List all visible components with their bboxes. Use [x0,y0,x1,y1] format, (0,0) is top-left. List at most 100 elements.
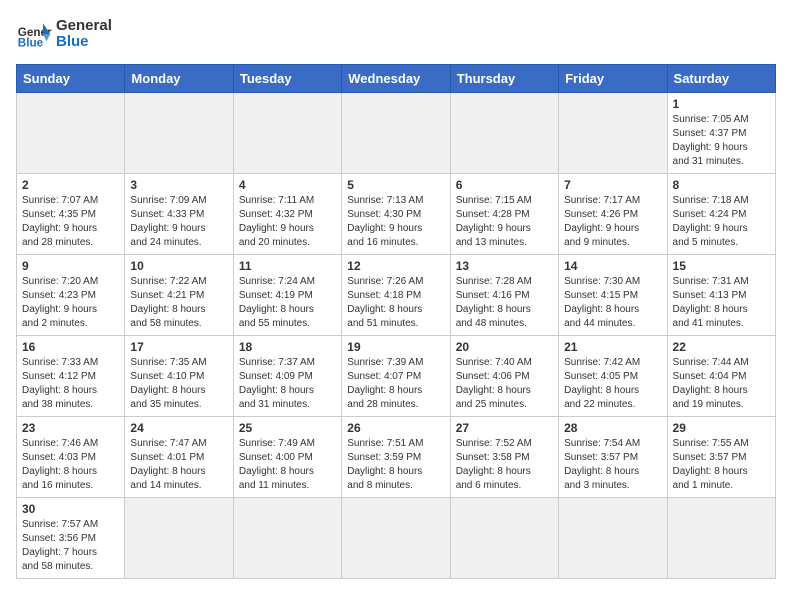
calendar-cell: 17 Sunrise: 7:35 AM Sunset: 4:10 PM Dayli… [125,336,233,417]
day-number: 25 [239,421,336,435]
calendar-cell [125,498,233,579]
calendar-cell [450,498,558,579]
day-info: Sunrise: 7:28 AM Sunset: 4:16 PM Dayligh… [456,275,553,331]
day-number: 29 [673,421,770,435]
day-number: 26 [347,421,444,435]
day-number: 27 [456,421,553,435]
day-info: Sunrise: 7:54 AM Sunset: 3:57 PM Dayligh… [564,437,661,493]
calendar-cell: 3 Sunrise: 7:09 AM Sunset: 4:33 PM Daylig… [125,174,233,255]
day-info: Sunrise: 7:13 AM Sunset: 4:30 PM Dayligh… [347,194,444,250]
day-info: Sunrise: 7:51 AM Sunset: 3:59 PM Dayligh… [347,437,444,493]
day-info: Sunrise: 7:22 AM Sunset: 4:21 PM Dayligh… [130,275,227,331]
day-number: 4 [239,178,336,192]
calendar-cell: 9 Sunrise: 7:20 AM Sunset: 4:23 PM Daylig… [17,255,125,336]
calendar-cell: 20 Sunrise: 7:40 AM Sunset: 4:06 PM Dayli… [450,336,558,417]
column-header-sunday: Sunday [17,65,125,93]
day-info: Sunrise: 7:07 AM Sunset: 4:35 PM Dayligh… [22,194,119,250]
calendar-cell: 4 Sunrise: 7:11 AM Sunset: 4:32 PM Daylig… [233,174,341,255]
calendar-cell [667,498,775,579]
calendar-cell: 29Sunrise: 7:55 AM Sunset: 3:57 PM Dayli… [667,417,775,498]
day-number: 12 [347,259,444,273]
day-number: 19 [347,340,444,354]
week-row-1: 1 Sunrise: 7:05 AM Sunset: 4:37 PM Daylig… [17,93,776,174]
calendar-header-row: SundayMondayTuesdayWednesdayThursdayFrid… [17,65,776,93]
day-number: 1 [673,97,770,111]
calendar-cell [450,93,558,174]
calendar-cell: 11 Sunrise: 7:24 AM Sunset: 4:19 PM Dayli… [233,255,341,336]
day-number: 8 [673,178,770,192]
day-info: Sunrise: 7:11 AM Sunset: 4:32 PM Dayligh… [239,194,336,250]
day-number: 23 [22,421,119,435]
calendar-cell: 18Sunrise: 7:37 AM Sunset: 4:09 PM Dayli… [233,336,341,417]
day-info: Sunrise: 7:05 AM Sunset: 4:37 PM Dayligh… [673,113,770,169]
column-header-friday: Friday [559,65,667,93]
day-info: Sunrise: 7:40 AM Sunset: 4:06 PM Dayligh… [456,356,553,412]
calendar-cell: 10Sunrise: 7:22 AM Sunset: 4:21 PM Dayli… [125,255,233,336]
calendar-cell: 30Sunrise: 7:57 AM Sunset: 3:56 PM Dayli… [17,498,125,579]
day-info: Sunrise: 7:26 AM Sunset: 4:18 PM Dayligh… [347,275,444,331]
page-header: General Blue General Blue [16,16,776,52]
calendar-cell: 5Sunrise: 7:13 AM Sunset: 4:30 PM Daylig… [342,174,450,255]
day-number: 30 [22,502,119,516]
calendar-cell: 26 Sunrise: 7:51 AM Sunset: 3:59 PM Dayli… [342,417,450,498]
day-info: Sunrise: 7:31 AM Sunset: 4:13 PM Dayligh… [673,275,770,331]
week-row-4: 16Sunrise: 7:33 AM Sunset: 4:12 PM Dayli… [17,336,776,417]
day-info: Sunrise: 7:33 AM Sunset: 4:12 PM Dayligh… [22,356,119,412]
day-number: 22 [673,340,770,354]
day-info: Sunrise: 7:49 AM Sunset: 4:00 PM Dayligh… [239,437,336,493]
calendar-cell: 1 Sunrise: 7:05 AM Sunset: 4:37 PM Daylig… [667,93,775,174]
day-number: 13 [456,259,553,273]
calendar-cell: 12 Sunrise: 7:26 AM Sunset: 4:18 PM Dayli… [342,255,450,336]
calendar-cell: 27 Sunrise: 7:52 AM Sunset: 3:58 PM Dayli… [450,417,558,498]
calendar-cell: 28Sunrise: 7:54 AM Sunset: 3:57 PM Dayli… [559,417,667,498]
calendar-cell [17,93,125,174]
calendar-cell: 22Sunrise: 7:44 AM Sunset: 4:04 PM Dayli… [667,336,775,417]
day-info: Sunrise: 7:46 AM Sunset: 4:03 PM Dayligh… [22,437,119,493]
day-info: Sunrise: 7:15 AM Sunset: 4:28 PM Dayligh… [456,194,553,250]
day-number: 3 [130,178,227,192]
day-number: 9 [22,259,119,273]
column-header-saturday: Saturday [667,65,775,93]
logo-general: General [56,18,112,35]
calendar-cell [342,93,450,174]
day-info: Sunrise: 7:24 AM Sunset: 4:19 PM Dayligh… [239,275,336,331]
day-info: Sunrise: 7:39 AM Sunset: 4:07 PM Dayligh… [347,356,444,412]
calendar-cell [233,93,341,174]
calendar-cell: 8 Sunrise: 7:18 AM Sunset: 4:24 PM Daylig… [667,174,775,255]
day-number: 18 [239,340,336,354]
day-info: Sunrise: 7:18 AM Sunset: 4:24 PM Dayligh… [673,194,770,250]
calendar-cell: 16Sunrise: 7:33 AM Sunset: 4:12 PM Dayli… [17,336,125,417]
calendar-cell: 15Sunrise: 7:31 AM Sunset: 4:13 PM Dayli… [667,255,775,336]
column-header-wednesday: Wednesday [342,65,450,93]
day-number: 24 [130,421,227,435]
day-number: 20 [456,340,553,354]
day-number: 7 [564,178,661,192]
day-info: Sunrise: 7:35 AM Sunset: 4:10 PM Dayligh… [130,356,227,412]
day-number: 17 [130,340,227,354]
logo-blue: Blue [56,34,112,51]
week-row-5: 23 Sunrise: 7:46 AM Sunset: 4:03 PM Dayli… [17,417,776,498]
calendar-cell [233,498,341,579]
calendar-cell: 13 Sunrise: 7:28 AM Sunset: 4:16 PM Dayli… [450,255,558,336]
logo-icon: General Blue [16,16,52,52]
calendar-cell: 19 Sunrise: 7:39 AM Sunset: 4:07 PM Dayli… [342,336,450,417]
calendar-cell [342,498,450,579]
calendar-cell: 25 Sunrise: 7:49 AM Sunset: 4:00 PM Dayli… [233,417,341,498]
calendar-cell [559,93,667,174]
day-number: 11 [239,259,336,273]
day-number: 2 [22,178,119,192]
day-info: Sunrise: 7:20 AM Sunset: 4:23 PM Dayligh… [22,275,119,331]
day-info: Sunrise: 7:52 AM Sunset: 3:58 PM Dayligh… [456,437,553,493]
calendar-cell: 2 Sunrise: 7:07 AM Sunset: 4:35 PM Daylig… [17,174,125,255]
week-row-6: 30Sunrise: 7:57 AM Sunset: 3:56 PM Dayli… [17,498,776,579]
day-info: Sunrise: 7:09 AM Sunset: 4:33 PM Dayligh… [130,194,227,250]
calendar-cell: 23 Sunrise: 7:46 AM Sunset: 4:03 PM Dayli… [17,417,125,498]
calendar-cell [559,498,667,579]
day-info: Sunrise: 7:30 AM Sunset: 4:15 PM Dayligh… [564,275,661,331]
svg-text:Blue: Blue [18,37,44,50]
day-number: 21 [564,340,661,354]
day-info: Sunrise: 7:47 AM Sunset: 4:01 PM Dayligh… [130,437,227,493]
calendar-cell: 7Sunrise: 7:17 AM Sunset: 4:26 PM Daylig… [559,174,667,255]
day-number: 6 [456,178,553,192]
day-number: 14 [564,259,661,273]
